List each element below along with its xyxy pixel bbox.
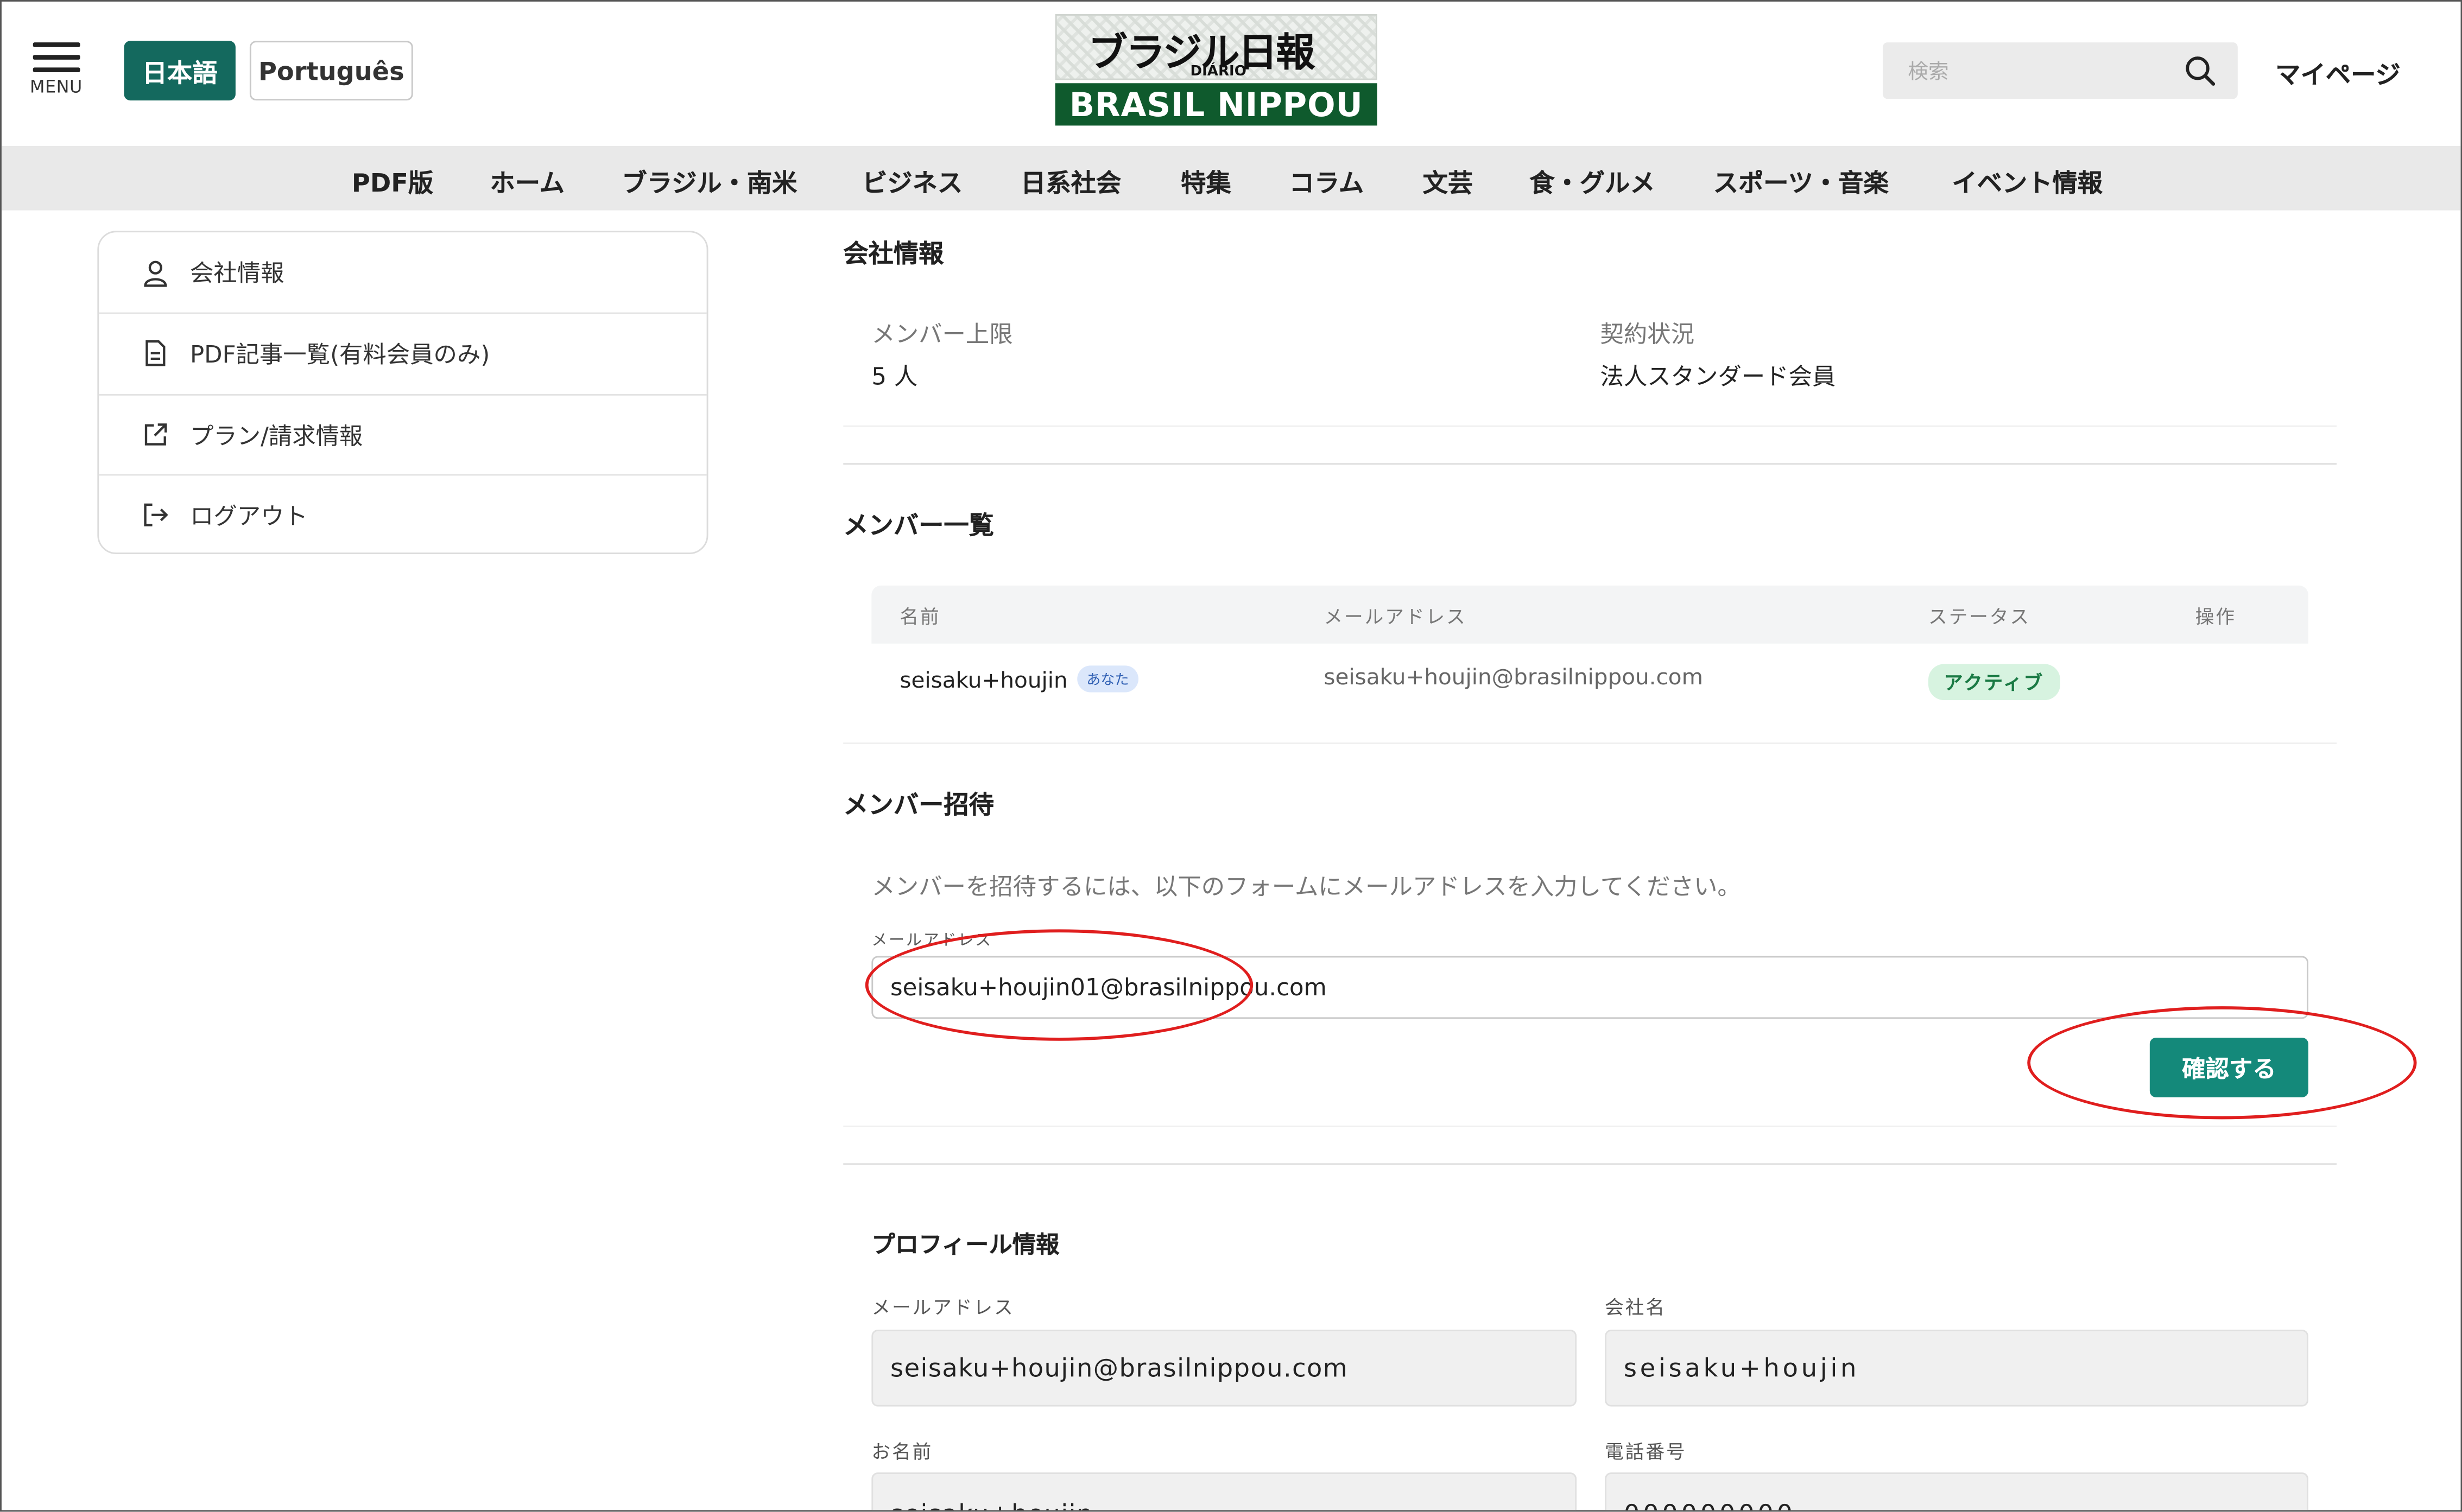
company-info-title: 会社情報 (843, 238, 944, 269)
member-invite-title: メンバー招待 (843, 789, 994, 819)
phone-label: 電話番号 (1605, 1441, 1687, 1463)
column-header-actions: 操作 (2195, 606, 2236, 628)
logo-diario-text: DIÁRIO (1190, 64, 1246, 80)
confirm-button[interactable]: 確認する (2149, 1037, 2308, 1097)
hamburger-menu-icon[interactable]: MENU (29, 39, 83, 98)
nav-item-business[interactable]: ビジネス (862, 162, 963, 199)
external-link-icon (144, 423, 167, 446)
person-name-label: お名前 (871, 1441, 933, 1463)
search-box (1883, 42, 2238, 103)
nav-item-brazil[interactable]: ブラジル・南米 (622, 162, 797, 199)
column-header-name: 名前 (900, 606, 941, 628)
company-name-field[interactable]: seisaku+houjin (1605, 1329, 2308, 1407)
company-name-label: 会社名 (1605, 1297, 1666, 1319)
nav-item-pdf[interactable]: PDF版 (352, 162, 433, 199)
status-badge: アクティブ (1928, 664, 2060, 701)
account-sidebar: 会社情報 PDF記事一覧(有料会員のみ) プラン/請求情報 ログアウト (97, 231, 708, 555)
sidebar-item-label: PDF記事一覧(有料会員のみ) (189, 340, 490, 369)
nav-item-nikkei[interactable]: 日系社会 (1021, 162, 1121, 199)
language-japanese-button[interactable]: 日本語 (124, 41, 236, 101)
member-name: seisaku+houjin (900, 669, 1068, 694)
invite-description: メンバーを招待するには、以下のフォームにメールアドレスを入力してください。 (871, 873, 1741, 901)
sidebar-item-label: プラン/請求情報 (189, 421, 363, 450)
nav-item-sports[interactable]: スポーツ・音楽 (1713, 162, 1889, 199)
divider (843, 742, 2337, 745)
sidebar-item-company-info[interactable]: 会社情報 (99, 232, 706, 313)
divider (843, 425, 2337, 427)
nav-item-home[interactable]: ホーム (490, 162, 564, 199)
sidebar-item-pdf-articles[interactable]: PDF記事一覧(有料会員のみ) (99, 312, 707, 393)
sidebar-item-label: 会社情報 (189, 259, 284, 288)
site-logo[interactable]: ブラジル日報 DIÁRIO BRASIL NIPPOU (1055, 14, 1377, 126)
sidebar-item-plan-billing[interactable]: プラン/請求情報 (99, 394, 707, 474)
user-icon (144, 260, 167, 287)
member-name-cell: seisaku+houjin あなた (900, 665, 1138, 694)
column-header-status: ステータス (1928, 606, 2031, 628)
member-limit-label: メンバー上限 (871, 320, 1013, 349)
table-row: seisaku+houjin あなた seisaku+houjin@brasiln… (871, 644, 2308, 719)
invite-email-field[interactable]: seisaku+houjin01@brasilnippou.com (871, 956, 2308, 1019)
divider (843, 1163, 2337, 1165)
page: MENU 日本語 Português ブラジル日報 DIÁRIO BRASIL … (0, 0, 2462, 1512)
profile-info-title: プロフィール情報 (871, 1230, 1060, 1259)
search-icon[interactable] (2184, 55, 2216, 86)
phone-field[interactable]: 000000000 (1605, 1472, 2308, 1510)
nav-item-food[interactable]: 食・グルメ (1529, 162, 1655, 199)
divider (843, 463, 2337, 465)
main-nav: PDF版 ホーム ブラジル・南米 ビジネス 日系社会 特集 コラム 文芸 食・グ… (1, 146, 2461, 211)
member-email: seisaku+houjin@brasilnippou.com (1324, 665, 1704, 691)
profile-email-label: メールアドレス (871, 1297, 1015, 1319)
mypage-link[interactable]: マイページ (2275, 53, 2400, 91)
member-limit-value: 5 人 (871, 363, 918, 391)
nav-item-events[interactable]: イベント情報 (1952, 162, 2103, 199)
logo-english-text: BRASIL NIPPOU (1055, 83, 1377, 126)
document-icon (145, 340, 166, 366)
invite-email-label: メールアドレス (871, 932, 993, 950)
person-name-field[interactable]: seisaku+houjin (871, 1472, 1577, 1510)
contract-status-label: 契約状況 (1600, 320, 1695, 349)
contract-status-value: 法人スタンダード会員 (1600, 363, 1836, 391)
sidebar-item-logout[interactable]: ログアウト (99, 474, 707, 553)
profile-email-field[interactable]: seisaku+houjin@brasilnippou.com (871, 1329, 1577, 1407)
nav-item-feature[interactable]: 特集 (1181, 162, 1231, 199)
member-table-header: 名前 メールアドレス ステータス 操作 (871, 585, 2308, 644)
logout-icon (144, 503, 168, 526)
nav-item-literature[interactable]: 文芸 (1423, 162, 1473, 199)
sidebar-item-label: ログアウト (189, 501, 308, 530)
nav-item-column[interactable]: コラム (1289, 162, 1364, 199)
search-input[interactable] (1883, 42, 2194, 103)
menu-label: MENU (29, 77, 83, 98)
language-portuguese-button[interactable]: Português (249, 41, 413, 101)
member-list-title: メンバー一覧 (843, 510, 994, 541)
column-header-email: メールアドレス (1324, 606, 1467, 628)
you-badge: あなた (1077, 665, 1138, 693)
divider (843, 1125, 2337, 1127)
